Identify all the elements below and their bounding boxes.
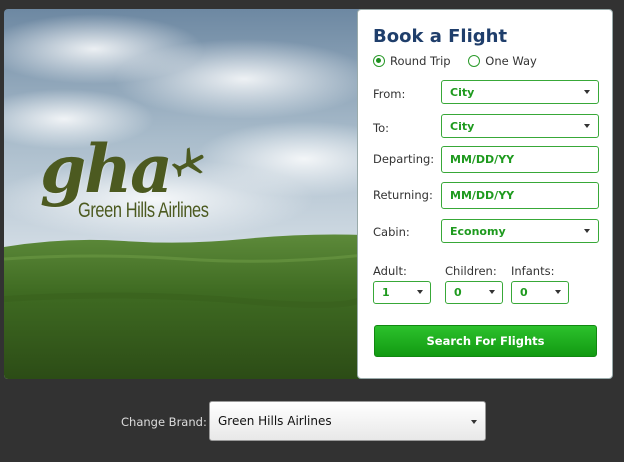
cabin-value: Economy [450, 224, 506, 238]
departing-label: Departing: [373, 152, 435, 166]
brand-value: Green Hills Airlines [218, 414, 332, 428]
children-label: Children: [445, 264, 497, 278]
departing-value: MM/DD/YY [450, 153, 515, 166]
returning-value: MM/DD/YY [450, 189, 515, 202]
chevron-down-icon [584, 229, 590, 233]
one-way-label: One Way [485, 54, 537, 68]
airplane-icon [172, 147, 204, 178]
cabin-select[interactable]: Economy [441, 219, 599, 243]
chevron-down-icon [584, 124, 590, 128]
brand-logo: gha Green Hills Airlines [40, 130, 209, 222]
children-value: 0 [454, 286, 462, 299]
returning-label: Returning: [373, 188, 433, 202]
adult-select[interactable]: 1 [373, 281, 431, 304]
logo-name: Green Hills Airlines [78, 199, 209, 222]
round-trip-radio[interactable]: Round Trip [373, 54, 451, 68]
chevron-down-icon [417, 290, 423, 294]
panel-title: Book a Flight [373, 26, 508, 47]
cabin-label: Cabin: [373, 225, 410, 239]
to-value: City [450, 119, 475, 133]
hero-image: gha Green Hills Airlines [4, 9, 364, 379]
trip-type-group: Round Trip One Way [373, 54, 551, 70]
from-value: City [450, 85, 475, 99]
round-trip-label: Round Trip [390, 54, 451, 68]
from-select[interactable]: City [441, 80, 599, 104]
adult-value: 1 [382, 286, 390, 299]
adult-label: Adult: [373, 264, 407, 278]
booking-panel: Book a Flight Round Trip One Way From: C… [357, 9, 613, 379]
departing-date-input[interactable]: MM/DD/YY [441, 146, 599, 173]
children-select[interactable]: 0 [445, 281, 503, 304]
change-brand-label: Change Brand: [121, 415, 207, 429]
one-way-radio[interactable]: One Way [468, 54, 537, 68]
to-label: To: [373, 121, 389, 135]
infants-select[interactable]: 0 [511, 281, 569, 304]
chevron-down-icon [584, 90, 590, 94]
brand-select[interactable]: Green Hills Airlines [209, 401, 486, 441]
infants-label: Infants: [511, 264, 555, 278]
chevron-down-icon [489, 290, 495, 294]
radio-selected-icon [373, 55, 385, 67]
infants-value: 0 [520, 286, 528, 299]
search-flights-button[interactable]: Search For Flights [374, 325, 597, 357]
returning-date-input[interactable]: MM/DD/YY [441, 182, 599, 209]
chevron-down-icon [471, 420, 477, 424]
to-select[interactable]: City [441, 114, 599, 138]
from-label: From: [373, 87, 406, 101]
logo-mark: gha [40, 130, 173, 208]
radio-unselected-icon [468, 55, 481, 67]
chevron-down-icon [555, 290, 561, 294]
